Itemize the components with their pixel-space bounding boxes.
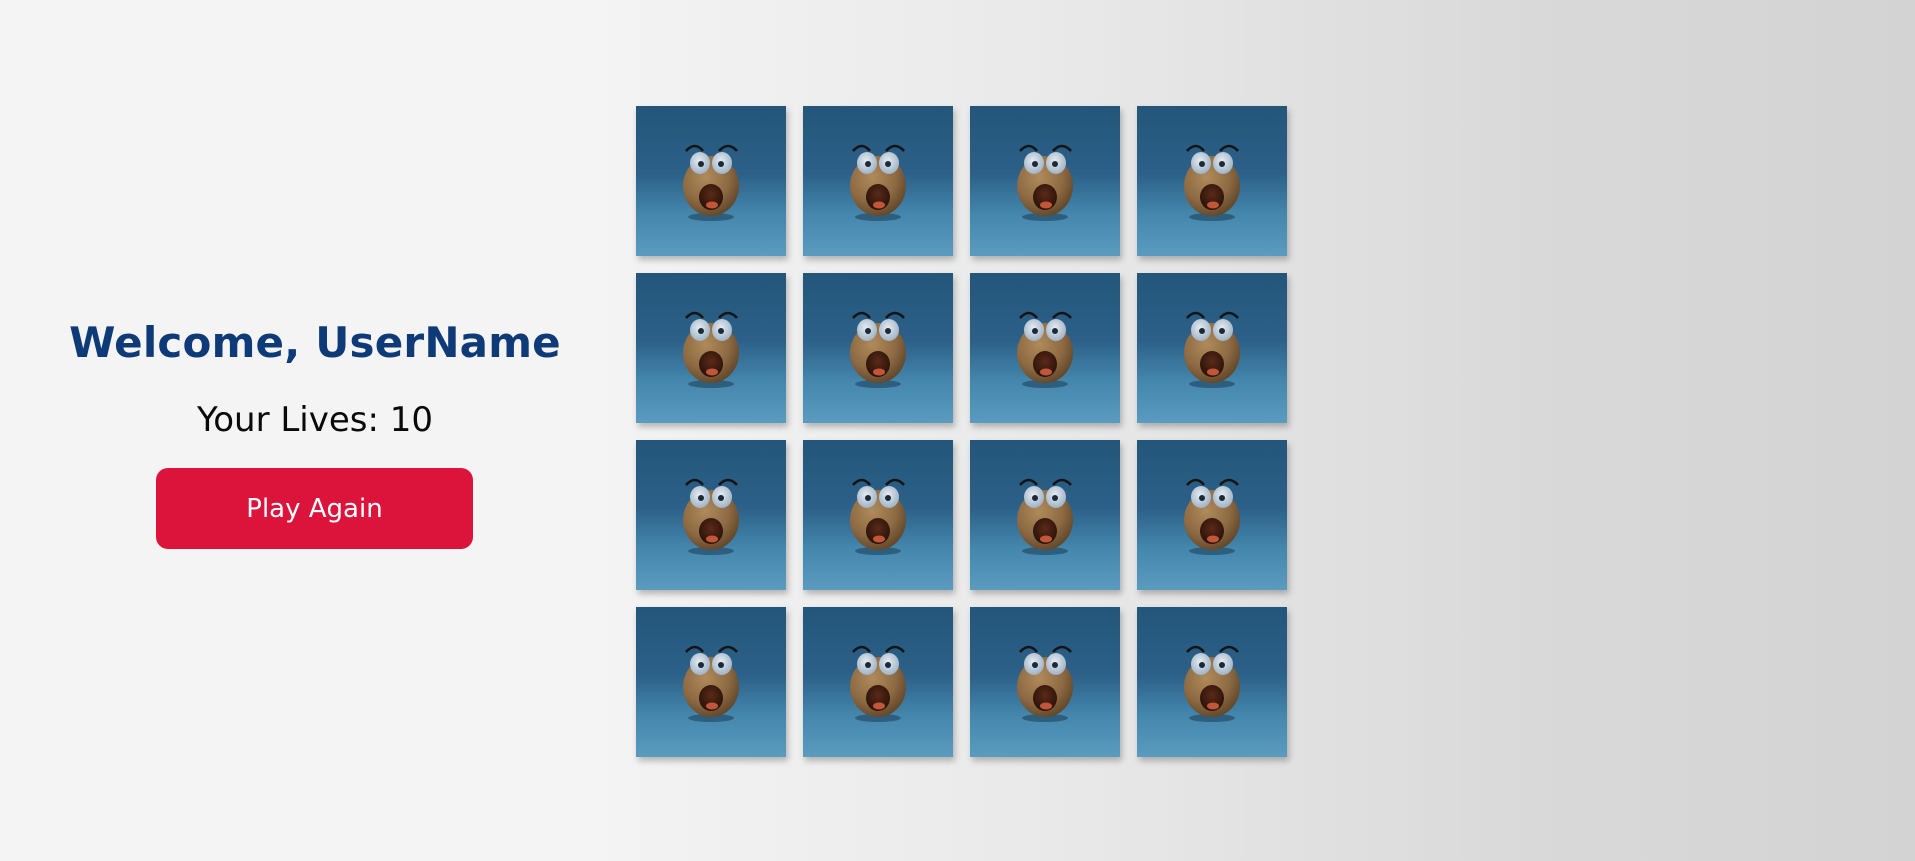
card-r4-c2[interactable] bbox=[803, 607, 953, 757]
card-r4-c1[interactable] bbox=[636, 607, 786, 757]
card-r2-c2[interactable] bbox=[803, 273, 953, 423]
memory-card-grid bbox=[636, 106, 1287, 757]
card-r3-c4[interactable] bbox=[1137, 440, 1287, 590]
play-again-button[interactable]: Play Again bbox=[156, 468, 473, 549]
card-r2-c3[interactable] bbox=[970, 273, 1120, 423]
player-panel: Welcome, UserName Your Lives: 10 Play Ag… bbox=[0, 0, 630, 861]
welcome-heading: Welcome, UserName bbox=[69, 318, 561, 367]
card-r4-c4[interactable] bbox=[1137, 607, 1287, 757]
card-r3-c2[interactable] bbox=[803, 440, 953, 590]
card-r1-c4[interactable] bbox=[1137, 106, 1287, 256]
card-r2-c4[interactable] bbox=[1137, 273, 1287, 423]
card-r1-c2[interactable] bbox=[803, 106, 953, 256]
card-r3-c1[interactable] bbox=[636, 440, 786, 590]
card-r3-c3[interactable] bbox=[970, 440, 1120, 590]
card-r1-c1[interactable] bbox=[636, 106, 786, 256]
lives-counter: Your Lives: 10 bbox=[196, 400, 434, 440]
card-r1-c3[interactable] bbox=[970, 106, 1120, 256]
card-r4-c3[interactable] bbox=[970, 607, 1120, 757]
card-r2-c1[interactable] bbox=[636, 273, 786, 423]
